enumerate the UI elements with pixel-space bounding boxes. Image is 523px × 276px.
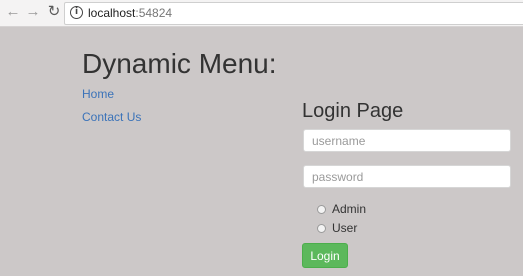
login-heading: Login Page [302, 100, 404, 122]
login-button[interactable]: Login [302, 243, 348, 268]
reload-icon[interactable]: ↻ [46, 4, 62, 20]
user-radio[interactable] [317, 223, 326, 233]
password-input[interactable] [303, 165, 511, 188]
user-radio-label: User [332, 221, 358, 235]
role-option-user[interactable]: User [317, 221, 357, 235]
url-host: localhost [88, 6, 136, 20]
url-text: localhost:54824 [88, 6, 172, 20]
menu-link-home[interactable]: Home [82, 87, 114, 101]
url-port: :54824 [135, 6, 173, 20]
address-bar[interactable]: i localhost:54824 [64, 2, 523, 25]
info-icon[interactable]: i [70, 6, 83, 19]
arrow-left-icon[interactable]: ← [5, 4, 21, 20]
admin-radio[interactable] [317, 204, 326, 214]
arrow-right-icon[interactable]: → [25, 4, 41, 20]
browser-toolbar: ← → ↻ i localhost:54824 [0, 0, 523, 27]
admin-radio-label: Admin [332, 202, 367, 216]
menu-link-contact-us[interactable]: Contact Us [82, 110, 141, 124]
page-title: Dynamic Menu: [82, 48, 277, 79]
username-input[interactable] [303, 129, 511, 152]
role-option-admin[interactable]: Admin [317, 202, 366, 216]
